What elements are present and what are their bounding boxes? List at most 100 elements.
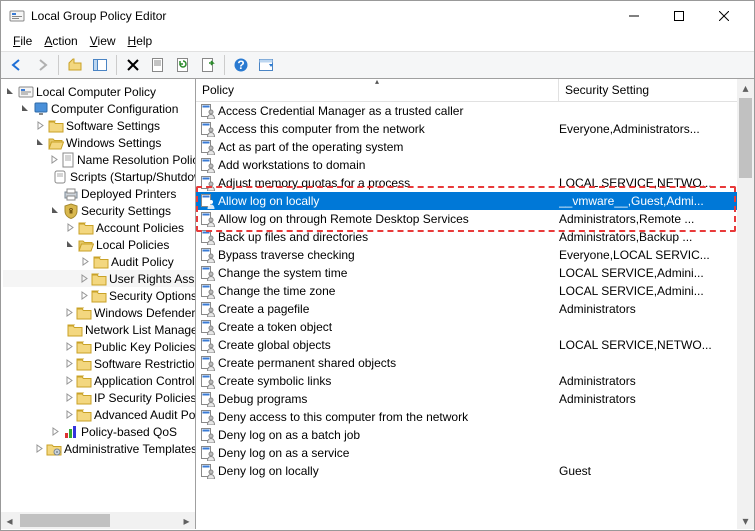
- tree-scripts[interactable]: Scripts (Startup/Shutdown): [3, 168, 195, 185]
- tree-expander-closed[interactable]: [50, 154, 59, 165]
- tree-expander-open[interactable]: [20, 103, 31, 114]
- tree-label: Account Policies: [96, 221, 184, 235]
- policy-row[interactable]: Act as part of the operating system: [196, 138, 754, 156]
- policy-row[interactable]: Deny log on locallyGuest: [196, 462, 754, 480]
- tree-public-key[interactable]: Public Key Policies: [3, 338, 195, 355]
- policy-row[interactable]: Create global objectsLOCAL SERVICE,NETWO…: [196, 336, 754, 354]
- tree-expander-closed[interactable]: [65, 392, 74, 403]
- column-policy[interactable]: Policy: [196, 79, 559, 101]
- scroll-thumb[interactable]: [737, 96, 754, 512]
- tree-application-control[interactable]: Application Control Policies: [3, 372, 195, 389]
- policy-row[interactable]: Allow log on through Remote Desktop Serv…: [196, 210, 754, 228]
- tree-expander-closed[interactable]: [65, 358, 74, 369]
- policy-row[interactable]: Allow log on locally__vmware__,Guest,Adm…: [196, 192, 754, 210]
- menu-help[interactable]: Help: [122, 32, 159, 50]
- policy-row[interactable]: Create a pagefileAdministrators: [196, 300, 754, 318]
- menu-action[interactable]: Action: [38, 32, 83, 50]
- tree-expander-closed[interactable]: [35, 120, 46, 131]
- tree-local-policies[interactable]: Local Policies: [3, 236, 195, 253]
- tree-expander-closed[interactable]: [65, 222, 76, 233]
- help-button[interactable]: ?: [229, 53, 253, 77]
- policy-row[interactable]: Deny access to this computer from the ne…: [196, 408, 754, 426]
- scroll-up-arrow[interactable]: ▴: [737, 79, 754, 96]
- scroll-right-arrow[interactable]: ▸: [178, 512, 195, 529]
- tree-software-settings[interactable]: Software Settings: [3, 117, 195, 134]
- properties-button[interactable]: [146, 53, 170, 77]
- up-button[interactable]: [63, 53, 87, 77]
- column-security[interactable]: Security Setting: [559, 79, 754, 101]
- window-title: Local Group Policy Editor: [31, 9, 611, 23]
- tree-expander-open[interactable]: [50, 205, 61, 216]
- policy-row[interactable]: Debug programsAdministrators: [196, 390, 754, 408]
- refresh-button[interactable]: [171, 53, 195, 77]
- tree-expander-open[interactable]: [5, 86, 16, 97]
- tree-expander-closed[interactable]: [65, 375, 74, 386]
- tree-security-options[interactable]: Security Options: [3, 287, 195, 304]
- tree-horizontal-scrollbar[interactable]: ◂ ▸: [1, 512, 195, 529]
- policy-row[interactable]: Create symbolic linksAdministrators: [196, 372, 754, 390]
- main-content: Local Computer PolicyComputer Configurat…: [1, 79, 754, 529]
- forward-button[interactable]: [30, 53, 54, 77]
- show-hide-tree-button[interactable]: [88, 53, 112, 77]
- tree-expander-closed[interactable]: [65, 307, 74, 318]
- policy-row[interactable]: Access this computer from the networkEve…: [196, 120, 754, 138]
- scroll-down-arrow[interactable]: ▾: [737, 512, 754, 529]
- tree-label: Local Policies: [96, 238, 169, 252]
- tree-expander-closed[interactable]: [65, 409, 74, 420]
- menu-file[interactable]: File: [7, 32, 38, 50]
- tree-deployed-printers[interactable]: Deployed Printers: [3, 185, 195, 202]
- filter-options-button[interactable]: [254, 53, 278, 77]
- delete-button[interactable]: [121, 53, 145, 77]
- policy-row[interactable]: Change the system timeLOCAL SERVICE,Admi…: [196, 264, 754, 282]
- tree-advanced-audit[interactable]: Advanced Audit Policy Configuration: [3, 406, 195, 423]
- tree-windows-defender[interactable]: Windows Defender Firewall with Advanced …: [3, 304, 195, 321]
- tree-ip-security[interactable]: IP Security Policies on Local Computer: [3, 389, 195, 406]
- tree-admin-templates[interactable]: Administrative Templates: [3, 440, 195, 457]
- tree-audit-policy[interactable]: Audit Policy: [3, 253, 195, 270]
- policy-setting: Administrators: [559, 302, 754, 316]
- policy-row[interactable]: Adjust memory quotas for a processLOCAL …: [196, 174, 754, 192]
- policy-setting: LOCAL SERVICE,Admini...: [559, 284, 754, 298]
- tree-windows-settings[interactable]: Windows Settings: [3, 134, 195, 151]
- tree-computer-configuration[interactable]: Computer Configuration: [3, 100, 195, 117]
- tree-computer-configuration-icon: [33, 101, 49, 117]
- tree-network-list[interactable]: Network List Manager Policies: [3, 321, 195, 338]
- menu-view[interactable]: View: [84, 32, 122, 50]
- close-button[interactable]: [701, 2, 746, 31]
- policy-setting: Administrators: [559, 374, 754, 388]
- policy-row[interactable]: Deny log on as a batch job: [196, 426, 754, 444]
- tree-expander-closed[interactable]: [80, 290, 89, 301]
- tree-expander-closed[interactable]: [80, 273, 89, 284]
- maximize-button[interactable]: [656, 2, 701, 31]
- tree-expander-closed[interactable]: [50, 426, 61, 437]
- policy-icon: [198, 319, 218, 335]
- tree-expander-open[interactable]: [65, 239, 76, 250]
- minimize-button[interactable]: [611, 2, 656, 31]
- policy-row[interactable]: Create a token object: [196, 318, 754, 336]
- policy-row[interactable]: Deny log on as a service: [196, 444, 754, 462]
- policy-row[interactable]: Bypass traverse checkingEveryone,LOCAL S…: [196, 246, 754, 264]
- tree-security-settings[interactable]: Security Settings: [3, 202, 195, 219]
- list-vertical-scrollbar[interactable]: ▴ ▾: [737, 79, 754, 529]
- policy-icon: [198, 337, 218, 353]
- export-button[interactable]: [196, 53, 220, 77]
- policy-row[interactable]: Back up files and directoriesAdministrat…: [196, 228, 754, 246]
- tree-user-rights[interactable]: User Rights Assignment: [3, 270, 195, 287]
- policy-row[interactable]: Add workstations to domain: [196, 156, 754, 174]
- tree-account-policies[interactable]: Account Policies: [3, 219, 195, 236]
- tree-root[interactable]: Local Computer Policy: [3, 83, 195, 100]
- policy-row[interactable]: Access Credential Manager as a trusted c…: [196, 102, 754, 120]
- tree-expander-closed[interactable]: [65, 341, 74, 352]
- tree-software-restriction[interactable]: Software Restriction Policies: [3, 355, 195, 372]
- tree-expander-open[interactable]: [35, 137, 46, 148]
- tree-name-resolution[interactable]: Name Resolution Policy: [3, 151, 195, 168]
- back-button[interactable]: [5, 53, 29, 77]
- tree-label: IP Security Policies on Local Computer: [94, 391, 196, 405]
- tree-expander-closed[interactable]: [80, 256, 91, 267]
- scroll-left-arrow[interactable]: ◂: [1, 512, 18, 529]
- scroll-thumb[interactable]: [18, 512, 178, 529]
- policy-row[interactable]: Create permanent shared objects: [196, 354, 754, 372]
- tree-expander-closed[interactable]: [35, 443, 44, 454]
- tree-policy-qos[interactable]: Policy-based QoS: [3, 423, 195, 440]
- policy-row[interactable]: Change the time zoneLOCAL SERVICE,Admini…: [196, 282, 754, 300]
